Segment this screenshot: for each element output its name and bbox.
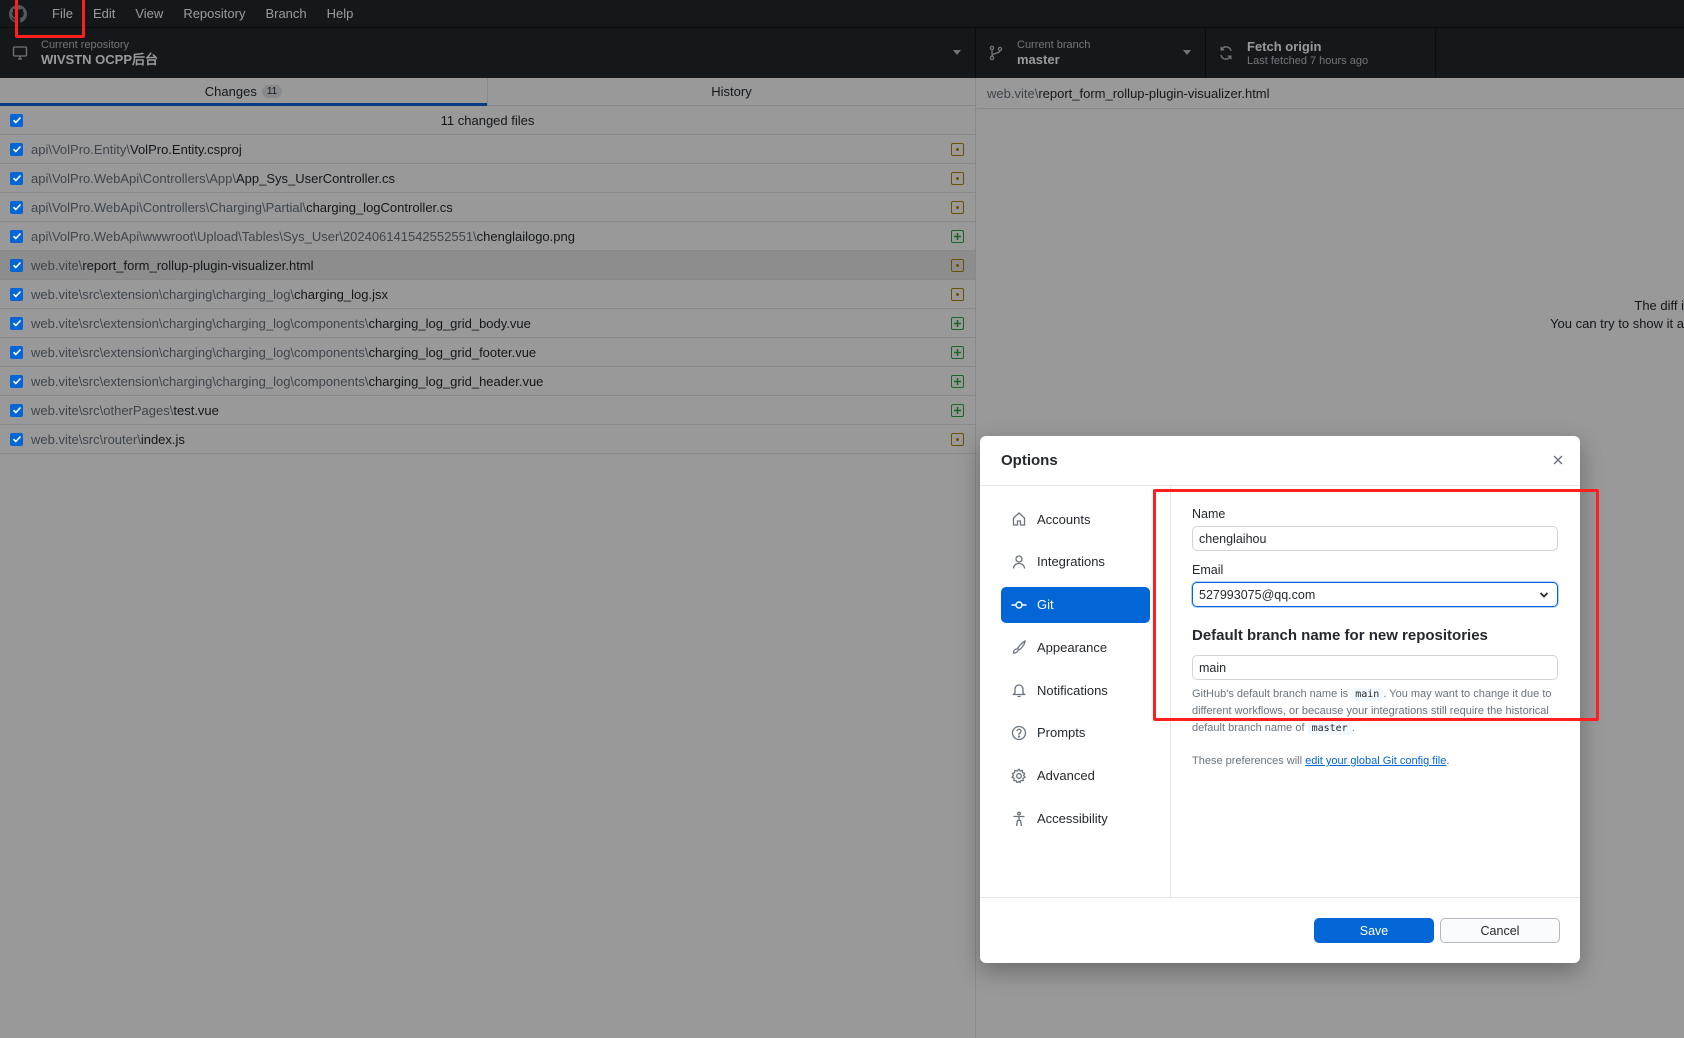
dialog-title: Options — [1001, 452, 1058, 469]
nav-item-git[interactable]: Git — [1001, 586, 1150, 623]
nav-item-prompts[interactable]: Prompts — [1001, 715, 1150, 751]
nav-label: Accounts — [1037, 511, 1091, 527]
code-master: master — [1307, 722, 1352, 735]
annotation-file-menu — [15, 0, 85, 38]
file-checkbox[interactable] — [10, 316, 23, 330]
person-icon — [1011, 554, 1027, 570]
help-text-part: . — [1351, 722, 1355, 734]
accessibility-icon — [1011, 811, 1027, 827]
annotation-git-settings — [1153, 489, 1599, 721]
close-icon[interactable] — [1550, 452, 1566, 468]
nav-item-accessibility[interactable]: Accessibility — [1001, 801, 1150, 837]
nav-item-accounts[interactable]: Accounts — [1001, 501, 1150, 537]
file-checkbox[interactable] — [10, 200, 23, 214]
file-checkbox[interactable] — [10, 287, 23, 301]
nav-item-appearance[interactable]: Appearance — [1001, 629, 1150, 665]
dialog-footer: Save Cancel — [980, 897, 1580, 963]
options-nav: Accounts Integrations Git Appearance Not… — [980, 487, 1171, 897]
nav-label: Prompts — [1037, 725, 1086, 741]
nav-label: Git — [1037, 597, 1054, 613]
nav-label: Accessibility — [1037, 811, 1108, 827]
nav-item-integrations[interactable]: Integrations — [1001, 544, 1150, 580]
file-checkbox[interactable] — [10, 258, 23, 272]
paintbrush-icon — [1011, 639, 1027, 655]
file-checkbox[interactable] — [10, 403, 23, 417]
save-button[interactable]: Save — [1314, 918, 1434, 943]
cancel-button[interactable]: Cancel — [1440, 918, 1560, 943]
prefs-suffix: . — [1446, 755, 1450, 767]
prefs-prefix: These preferences will — [1192, 755, 1306, 767]
file-checkbox[interactable] — [10, 432, 23, 446]
edit-git-config-link[interactable]: edit your global Git config file — [1305, 755, 1446, 767]
nav-label: Appearance — [1037, 639, 1108, 655]
nav-label: Integrations — [1037, 554, 1105, 570]
select-all-checkbox[interactable] — [10, 113, 23, 127]
file-checkbox[interactable] — [10, 142, 23, 156]
gear-icon — [1011, 768, 1027, 784]
file-checkbox[interactable] — [10, 374, 23, 388]
nav-label: Advanced — [1037, 768, 1095, 784]
nav-item-notifications[interactable]: Notifications — [1001, 672, 1150, 708]
dialog-header: Options — [980, 436, 1580, 486]
git-commit-icon — [1011, 597, 1027, 613]
nav-label: Notifications — [1037, 682, 1108, 698]
file-checkbox[interactable] — [10, 345, 23, 359]
file-checkbox[interactable] — [10, 229, 23, 243]
home-icon — [1011, 511, 1027, 527]
nav-item-advanced[interactable]: Advanced — [1001, 758, 1150, 794]
bell-icon — [1011, 682, 1027, 698]
preferences-note: These preferences will edit your global … — [1192, 755, 1559, 767]
question-icon — [1011, 725, 1027, 741]
file-checkbox[interactable] — [10, 171, 23, 185]
